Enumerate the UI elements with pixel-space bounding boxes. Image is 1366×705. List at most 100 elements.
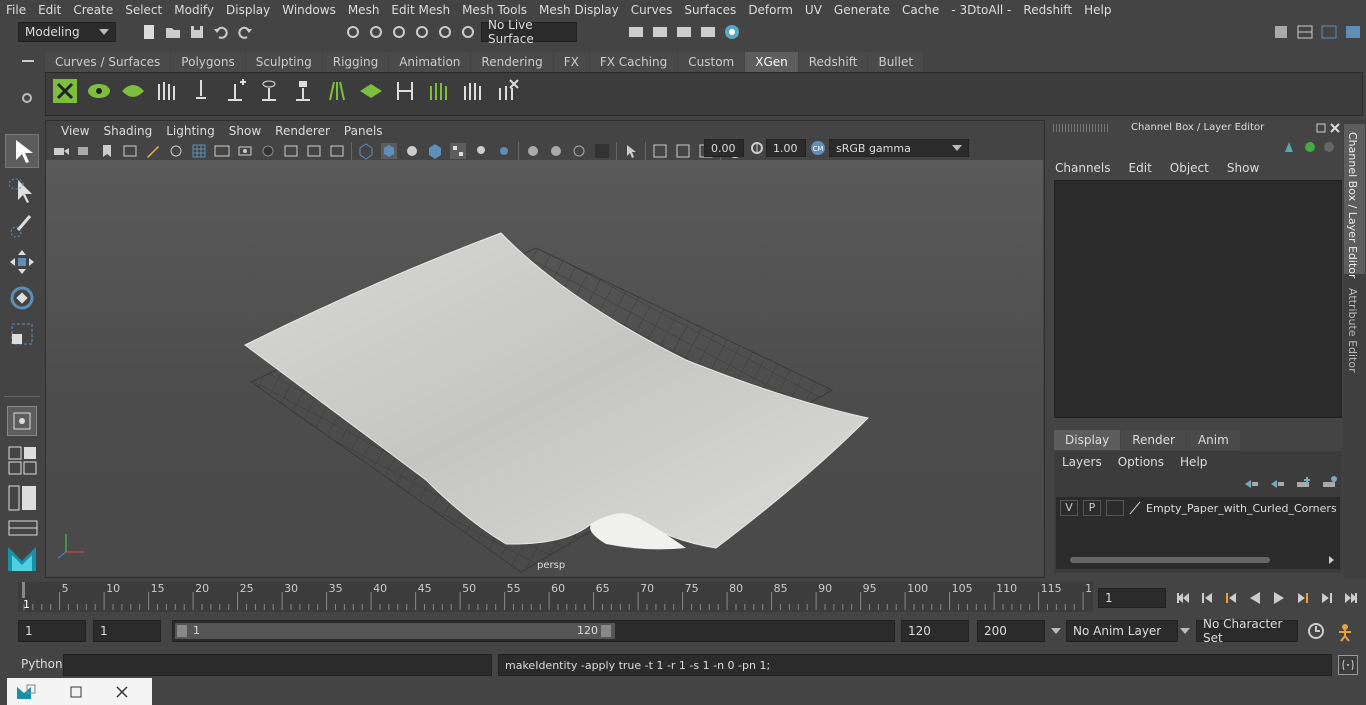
shelf-tab-rendering[interactable]: Rendering	[471, 52, 553, 72]
close-icon[interactable]	[1329, 122, 1341, 134]
place-guide-icon[interactable]	[188, 78, 214, 104]
character-set-dropdown[interactable]: No Character Set	[1196, 617, 1298, 645]
xgen-guides-icon[interactable]	[154, 78, 180, 104]
layer-scrollbar[interactable]	[1060, 555, 1336, 565]
soft-select-button[interactable]	[7, 406, 37, 436]
snap-grid-icon[interactable]	[344, 23, 362, 41]
camera-attributes-icon[interactable]	[75, 142, 93, 160]
go-to-start-icon[interactable]	[1174, 589, 1192, 607]
gamma-field[interactable]: 1.00	[766, 139, 806, 157]
step-forward-icon[interactable]	[1318, 589, 1336, 607]
channel-box-toggle-icon[interactable]	[1344, 23, 1362, 41]
menu-item-edit-mesh[interactable]: Edit Mesh	[385, 3, 456, 17]
shelf-tab-rigging[interactable]: Rigging	[322, 52, 389, 72]
paint-select-icon[interactable]	[6, 210, 38, 242]
viewport-menu-view[interactable]: View	[54, 124, 96, 138]
graph-layout-icon[interactable]	[8, 520, 38, 536]
command-language-label[interactable]: Python	[21, 657, 63, 671]
camera-icon[interactable]	[52, 142, 70, 160]
shelf-tab-bullet[interactable]: Bullet	[868, 52, 924, 72]
step-back-key-icon[interactable]	[1222, 589, 1240, 607]
playback-start-field[interactable]: 1	[93, 620, 161, 642]
lasso-tool-icon[interactable]	[6, 174, 38, 206]
step-back-icon[interactable]	[1198, 589, 1216, 607]
layer-menu-help[interactable]: Help	[1180, 455, 1207, 469]
render-current-icon[interactable]	[651, 23, 669, 41]
new-layer-icon[interactable]	[1294, 475, 1312, 493]
motion-blur-icon[interactable]	[547, 142, 565, 160]
maximize-icon[interactable]	[69, 685, 83, 699]
menu-item-deform[interactable]: Deform	[742, 3, 799, 17]
interactive-groom-icon[interactable]	[460, 78, 486, 104]
menu-item-mesh[interactable]: Mesh	[342, 3, 386, 17]
play-forwards-icon[interactable]	[1270, 589, 1288, 607]
animation-end-field[interactable]: 200	[977, 620, 1045, 642]
save-scene-icon[interactable]	[188, 23, 206, 41]
range-start-handle[interactable]	[177, 625, 187, 637]
shelf-tab-custom[interactable]: Custom	[678, 52, 745, 72]
layer-color-icon[interactable]	[1128, 500, 1142, 516]
layer-type-toggle[interactable]	[1106, 500, 1124, 516]
step-forward-key-icon[interactable]	[1294, 589, 1312, 607]
shelf-settings-icon[interactable]	[22, 93, 32, 103]
menu-item-modify[interactable]: Modify	[168, 3, 220, 17]
menu-item-display[interactable]: Display	[220, 3, 276, 17]
shelf-menu-icon[interactable]	[22, 60, 34, 62]
color-space-dropdown[interactable]: sRGB gamma	[829, 139, 969, 157]
animation-preferences-icon[interactable]	[1335, 622, 1355, 642]
float-panel-icon[interactable]	[1315, 122, 1327, 134]
move-tool-icon[interactable]	[6, 246, 38, 278]
safe-title-icon[interactable]	[328, 142, 346, 160]
isolate-select-icon[interactable]	[622, 142, 640, 160]
channel-box-menu-show[interactable]: Show	[1227, 161, 1259, 175]
menu-item-redshift[interactable]: Redshift	[1017, 3, 1078, 17]
menu-item-3dtoall[interactable]: - 3DtoAll -	[945, 3, 1017, 17]
channel-box-list[interactable]	[1054, 180, 1342, 418]
shelf-tab-sculpting[interactable]: Sculpting	[245, 52, 322, 72]
menu-item-select[interactable]: Select	[119, 3, 168, 17]
render-settings-icon[interactable]	[699, 23, 717, 41]
range-slider-bar[interactable]: 1 120	[175, 623, 615, 639]
panel-layout-icon[interactable]	[1296, 23, 1314, 41]
use-lights-icon[interactable]	[472, 142, 490, 160]
scale-tool-icon[interactable]	[6, 318, 38, 350]
guide-attach-icon[interactable]	[392, 78, 418, 104]
menu-item-mesh-display[interactable]: Mesh Display	[533, 3, 625, 17]
snap-view-icon[interactable]	[413, 23, 431, 41]
resolution-gate-icon[interactable]	[236, 142, 254, 160]
range-end-handle[interactable]	[601, 625, 611, 637]
outliner-layout-icon[interactable]	[8, 484, 38, 512]
delete-groom-icon[interactable]	[494, 78, 520, 104]
viewport-3d[interactable]: persp	[46, 160, 1043, 576]
workspace-icon[interactable]	[1272, 23, 1290, 41]
menu-item-uv[interactable]: UV	[799, 3, 828, 17]
shelf-tab-polygons[interactable]: Polygons	[171, 52, 245, 72]
xray-active-icon[interactable]	[674, 142, 692, 160]
side-tab-channel-box[interactable]: Channel Box / Layer Editor	[1344, 124, 1365, 279]
textured-icon[interactable]	[426, 142, 444, 160]
channel-box-mode-icons[interactable]	[1283, 140, 1337, 154]
layer-menu-layers[interactable]: Layers	[1062, 455, 1102, 469]
auto-key-icon[interactable]	[1307, 622, 1325, 640]
mode-dropdown[interactable]: Modeling	[18, 22, 116, 42]
anim-layer-dropdown[interactable]: No Anim Layer	[1066, 620, 1178, 642]
go-to-end-icon[interactable]	[1342, 589, 1360, 607]
script-editor-button[interactable]	[1338, 655, 1358, 675]
redo-icon[interactable]	[236, 23, 254, 41]
rotate-tool-icon[interactable]	[6, 282, 38, 314]
viewport-menu-renderer[interactable]: Renderer	[268, 124, 337, 138]
channel-box-menu-channels[interactable]: Channels	[1055, 161, 1111, 175]
live-surface-field[interactable]: No Live Surface	[481, 18, 577, 46]
shadows-icon[interactable]	[495, 142, 513, 160]
snap-surface-icon[interactable]	[436, 23, 454, 41]
snap-point-icon[interactable]	[390, 23, 408, 41]
groom-icon[interactable]	[426, 78, 452, 104]
channel-box-menu-edit[interactable]: Edit	[1129, 161, 1152, 175]
add-guide-icon[interactable]	[222, 78, 248, 104]
image-plane-icon[interactable]	[121, 142, 139, 160]
undo-icon[interactable]	[212, 23, 230, 41]
minimized-window[interactable]	[7, 678, 152, 705]
panel-grip[interactable]	[1053, 124, 1109, 132]
layer-tab-display[interactable]: Display	[1054, 430, 1121, 450]
layer-playback-toggle[interactable]: P	[1083, 500, 1101, 516]
